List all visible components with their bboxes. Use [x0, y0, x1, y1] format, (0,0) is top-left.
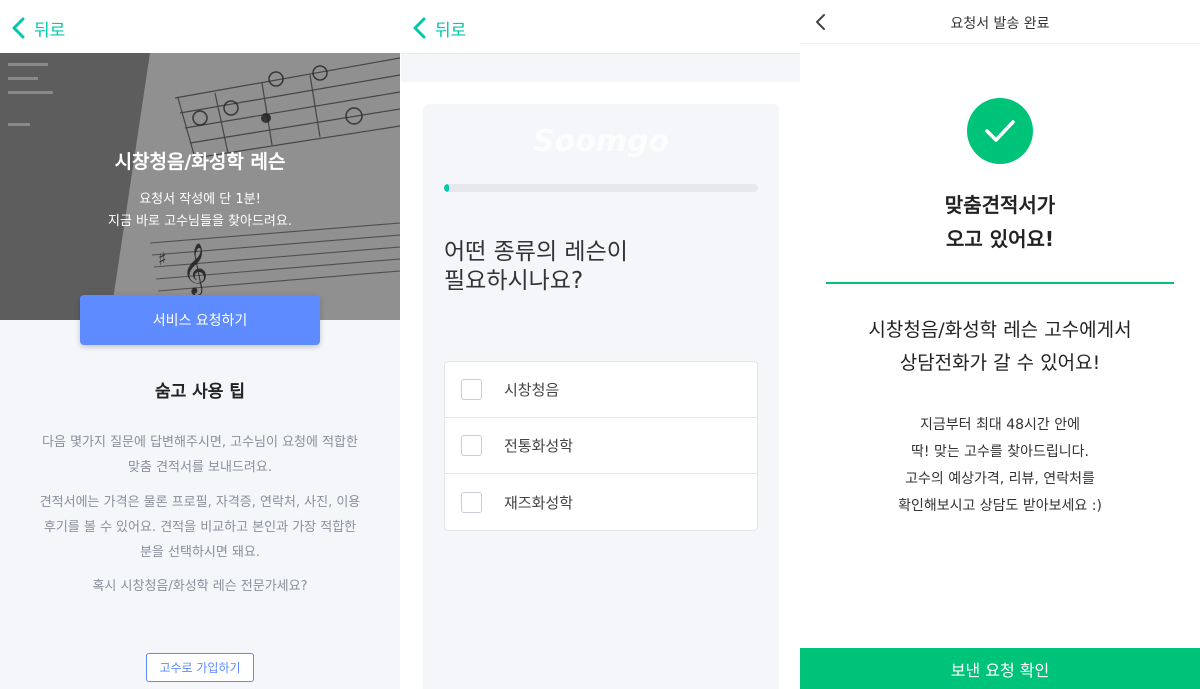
progress-fill — [444, 184, 449, 192]
screen-question: 뒤로 Soomgo 어떤 종류의 레슨이 필요하시나요? 시창청음 전통화성학 … — [400, 0, 800, 689]
back-label: 뒤로 — [435, 20, 467, 41]
divider — [826, 282, 1174, 284]
checkbox[interactable] — [461, 491, 482, 513]
desc-line: 딱! 맞는 고수를 찾아드립니다. — [911, 444, 1089, 460]
tip-paragraph: 견적서에는 가격은 물론 프로필, 자격증, 연락처, 사진, 이용 후기를 볼… — [18, 490, 382, 565]
tip-line: 견적서에는 가격은 물론 프로필, 자격증, 연락처, 사진, 이용 — [39, 495, 361, 510]
back-button[interactable]: 뒤로 — [10, 16, 66, 41]
page-title: 요청서 발송 완료 — [950, 16, 1050, 32]
question-card: Soomgo 어떤 종류의 레슨이 필요하시나요? 시창청음 전통화성학 재즈화… — [423, 104, 779, 689]
option-list: 시창청음 전통화성학 재즈화성학 — [444, 361, 758, 531]
headline-line: 맞춤견적서가 — [944, 193, 1056, 217]
top-bar: 뒤로 — [0, 0, 400, 53]
chevron-left-icon — [413, 17, 426, 39]
tip-line: 분을 선택하시면 돼요. — [139, 545, 261, 560]
option-label: 전통화성학 — [504, 437, 574, 455]
hero-subtitle: 요청서 작성에 단 1분! 지금 바로 고수님들을 찾아드려요. — [0, 189, 400, 233]
consult-message: 시창청음/화성학 레슨 고수에게서 상담전화가 갈 수 있어요! — [800, 314, 1200, 380]
hero-banner: 𝄞 ♯ 시창청음/화성학 레슨 요청서 작성에 단 1분! 지금 바로 고수님들… — [0, 53, 400, 320]
divider-strip — [401, 53, 800, 82]
back-button[interactable]: 뒤로 — [411, 16, 467, 41]
expert-question: 혹시 시창청음/화성학 레슨 전문가세요? — [92, 579, 308, 594]
option-item[interactable]: 전통화성학 — [445, 418, 757, 474]
service-request-button[interactable]: 서비스 요청하기 — [80, 295, 320, 345]
hero-subtitle-line: 요청서 작성에 단 1분! — [139, 192, 261, 207]
back-label: 뒤로 — [34, 20, 66, 41]
hero-title: 시창청음/화성학 레슨 — [114, 151, 286, 173]
tip-line: 다음 몇가지 질문에 답변해주시면, 고수님이 요청에 적합한 — [42, 435, 358, 450]
watermark-logo: Soomgo — [532, 124, 670, 159]
hero-subtitle-line: 지금 바로 고수님들을 찾아드려요. — [108, 214, 292, 229]
headline-line: 오고 있어요! — [945, 227, 1055, 251]
sheet-music-image: 𝄞 ♯ — [0, 53, 400, 320]
top-bar: 뒤로 — [401, 0, 800, 53]
option-item[interactable]: 재즈화성학 — [445, 474, 757, 530]
screen-request-sent: 요청서 발송 완료 맞춤견적서가 오고 있어요! 시창청음/화성학 레슨 고수에… — [800, 0, 1200, 689]
message-line: 시창청음/화성학 레슨 고수에게서 — [868, 319, 1132, 341]
checkbox[interactable] — [461, 379, 482, 400]
option-item[interactable]: 시창청음 — [445, 362, 757, 418]
screen-service-intro: 뒤로 𝄞 ♯ 시창청음/화성학 레슨 요청서 작성에 단 1분! 지금 바로 고… — [0, 0, 400, 689]
info-description: 지금부터 최대 48시간 안에 딱! 맞는 고수를 찾아드립니다. 고수의 예상… — [800, 412, 1200, 520]
question-line: 필요하시나요? — [444, 268, 584, 294]
success-check-icon — [967, 98, 1033, 164]
success-headline: 맞춤견적서가 오고 있어요! — [800, 188, 1200, 256]
desc-line: 지금부터 최대 48시간 안에 — [920, 417, 1080, 433]
tip-paragraph: 다음 몇가지 질문에 답변해주시면, 고수님이 요청에 적합한 맞춤 견적서를 … — [18, 430, 382, 480]
message-line: 상담전화가 갈 수 있어요! — [899, 352, 1101, 374]
desc-line: 확인해보시고 상담도 받아보세요 :) — [898, 498, 1102, 514]
chevron-left-icon — [12, 17, 25, 39]
progress-bar — [444, 184, 758, 192]
tips-title: 숨고 사용 팁 — [154, 382, 246, 402]
tip-line: 후기를 볼 수 있어요. 견적을 비교하고 본인과 가장 적합한 — [43, 520, 357, 535]
question-title: 어떤 종류의 레슨이 필요하시나요? — [444, 238, 758, 296]
sent-request-confirm-button[interactable]: 보낸 요청 확인 — [800, 648, 1200, 689]
question-line: 어떤 종류의 레슨이 — [444, 239, 628, 265]
option-label: 재즈화성학 — [504, 493, 574, 512]
desc-line: 고수의 예상가격, 리뷰, 연락처를 — [905, 471, 1095, 487]
checkmark-icon — [985, 120, 1015, 142]
option-label: 시창청음 — [504, 381, 560, 399]
tip-line: 맞춤 견적서를 보내드려요. — [128, 460, 272, 475]
top-bar: 요청서 발송 완료 — [800, 0, 1200, 44]
join-as-expert-button[interactable]: 고수로 가입하기 — [146, 653, 254, 682]
checkbox[interactable] — [461, 435, 482, 456]
